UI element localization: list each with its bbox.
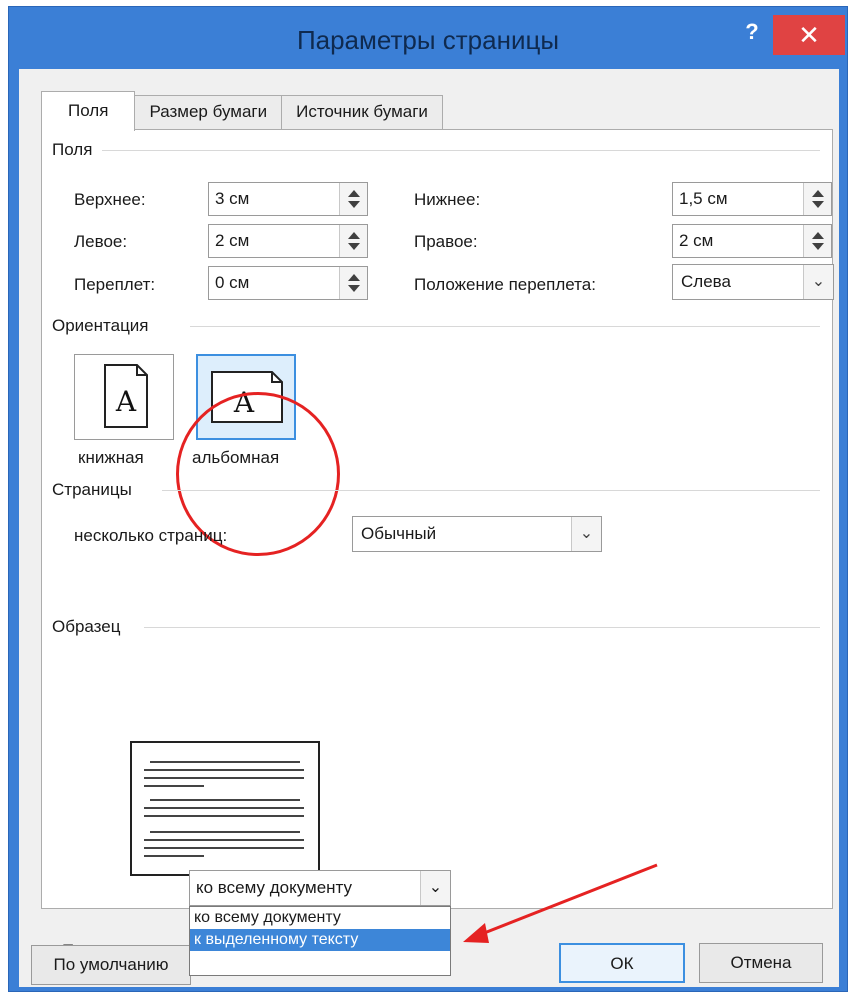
left-margin-value: 2 см: [215, 231, 250, 250]
portrait-glyph: A: [115, 385, 137, 418]
spinner-arrows[interactable]: [803, 183, 831, 215]
chevron-down-icon[interactable]: ⌄: [420, 871, 450, 905]
multiple-pages-value: Обычный: [361, 524, 437, 543]
spin-up-icon[interactable]: [812, 232, 824, 239]
portrait-page-icon: A: [104, 364, 148, 428]
group-divider: [162, 490, 820, 491]
spinner-arrows[interactable]: [339, 267, 367, 299]
chevron-down-icon[interactable]: ⌄: [571, 517, 601, 551]
sample-line: [150, 831, 300, 833]
bottom-margin-spinner[interactable]: 1,5 см: [672, 182, 832, 216]
apply-to-select[interactable]: ко всему документу ⌄: [189, 870, 451, 906]
spin-down-icon[interactable]: [812, 201, 824, 208]
apply-to-dropdown: ко всему документу к выделенному тексту: [189, 906, 451, 976]
group-divider: [190, 326, 820, 327]
gutter-position-label: Положение переплета:: [414, 275, 596, 294]
chevron-down-icon[interactable]: ⌄: [803, 265, 833, 299]
portrait-label[interactable]: книжная: [78, 448, 144, 468]
gutter-spinner[interactable]: 0 см: [208, 266, 368, 300]
spin-up-icon[interactable]: [348, 190, 360, 197]
sample-group-label: Образец: [52, 617, 127, 637]
gutter-label: Переплет:: [74, 275, 156, 294]
title-bar: Параметры страницы ? ✕: [9, 7, 847, 69]
sample-line: [150, 761, 300, 763]
dialog-content: Поля Размер бумаги Источник бумаги Поля …: [19, 69, 839, 987]
bottom-margin-label: Нижнее:: [414, 190, 481, 209]
sample-line: [144, 839, 304, 841]
sample-line: [144, 815, 304, 817]
dropdown-option-selected-text[interactable]: к выделенному тексту: [190, 929, 450, 951]
bottom-margin-value: 1,5 см: [679, 189, 728, 208]
gutter-position-select[interactable]: Слева ⌄: [672, 264, 834, 300]
gutter-position-value: Слева: [681, 272, 731, 291]
sample-preview: [130, 741, 320, 876]
top-margin-value: 3 см: [215, 189, 250, 208]
orientation-group-label: Ориентация: [52, 316, 155, 336]
spin-up-icon[interactable]: [812, 190, 824, 197]
sample-line: [150, 799, 300, 801]
right-margin-label: Правое:: [414, 232, 478, 251]
sample-line: [144, 769, 304, 771]
multiple-pages-label: несколько страниц:: [74, 526, 228, 545]
spin-up-icon[interactable]: [348, 232, 360, 239]
sample-line: [144, 807, 304, 809]
spin-down-icon[interactable]: [348, 285, 360, 292]
annotation-arrow-icon: [463, 863, 658, 943]
gutter-value: 0 см: [215, 273, 250, 292]
sample-line: [144, 777, 304, 779]
tab-strip: Поля Размер бумаги Источник бумаги: [41, 91, 443, 131]
spin-down-icon[interactable]: [348, 243, 360, 250]
dialog-title: Параметры страницы: [296, 25, 560, 55]
cancel-button[interactable]: Отмена: [699, 943, 823, 983]
dropdown-option-whole-document[interactable]: ко всему документу: [190, 907, 450, 929]
spinner-arrows[interactable]: [339, 225, 367, 257]
portrait-option[interactable]: A: [74, 354, 174, 440]
tab-paper-size[interactable]: Размер бумаги: [134, 95, 283, 129]
top-margin-spinner[interactable]: 3 см: [208, 182, 368, 216]
help-button[interactable]: ?: [737, 17, 767, 47]
pages-group-label: Страницы: [52, 480, 138, 500]
spinner-arrows[interactable]: [339, 183, 367, 215]
group-divider: [144, 627, 820, 628]
sample-line: [144, 785, 204, 787]
page-setup-dialog: Параметры страницы ? ✕ Поля Размер бумаг…: [8, 6, 848, 992]
apply-to-value: ко всему документу: [196, 878, 353, 897]
left-margin-spinner[interactable]: 2 см: [208, 224, 368, 258]
default-button[interactable]: По умолчанию: [31, 945, 191, 985]
close-button[interactable]: ✕: [773, 15, 845, 55]
tab-paper-source[interactable]: Источник бумаги: [281, 95, 443, 129]
right-margin-spinner[interactable]: 2 см: [672, 224, 832, 258]
spin-down-icon[interactable]: [812, 243, 824, 250]
sample-line: [144, 847, 304, 849]
left-margin-label: Левое:: [74, 232, 128, 251]
spinner-arrows[interactable]: [803, 225, 831, 257]
tab-panel: Поля Верхнее: 3 см Нижнее: 1,5 см Левое:…: [41, 129, 834, 960]
group-divider: [102, 150, 820, 151]
margins-group-label: Поля: [52, 140, 99, 160]
sample-line: [144, 855, 204, 857]
multiple-pages-select[interactable]: Обычный ⌄: [352, 516, 602, 552]
top-margin-label: Верхнее:: [74, 190, 146, 209]
spin-up-icon[interactable]: [348, 274, 360, 281]
tab-margins[interactable]: Поля: [41, 91, 136, 131]
right-margin-value: 2 см: [679, 231, 714, 250]
spin-down-icon[interactable]: [348, 201, 360, 208]
